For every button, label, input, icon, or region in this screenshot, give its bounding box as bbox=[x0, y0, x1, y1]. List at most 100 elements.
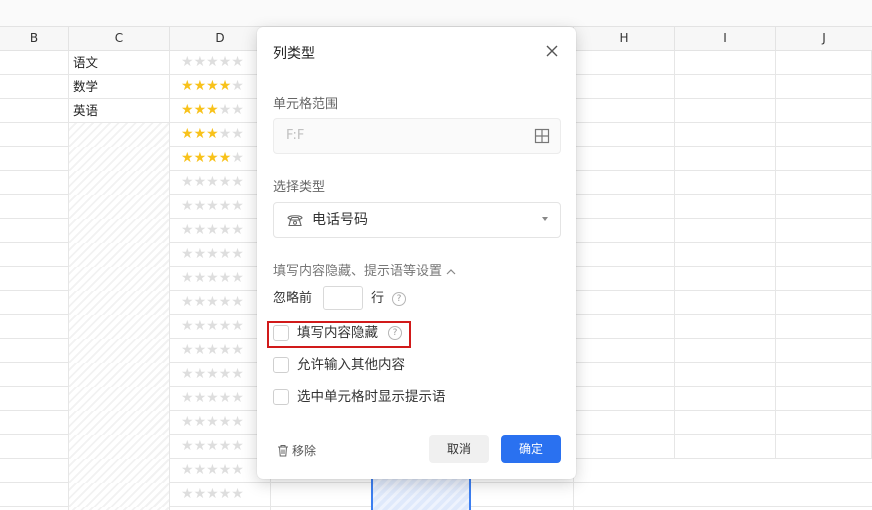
star-empty-icon[interactable]: ★ bbox=[206, 438, 219, 454]
star-filled-icon[interactable]: ★ bbox=[194, 150, 207, 166]
cell-c[interactable] bbox=[69, 459, 170, 483]
star-filled-icon[interactable]: ★ bbox=[194, 102, 207, 118]
star-empty-icon[interactable]: ★ bbox=[231, 222, 244, 238]
cell-j[interactable] bbox=[776, 195, 872, 219]
cell-b[interactable] bbox=[0, 195, 69, 219]
star-empty-icon[interactable]: ★ bbox=[231, 54, 244, 70]
star-filled-icon[interactable]: ★ bbox=[206, 102, 219, 118]
star-empty-icon[interactable]: ★ bbox=[219, 102, 232, 118]
cell-j[interactable] bbox=[776, 435, 872, 459]
cell-b[interactable] bbox=[0, 147, 69, 171]
star-empty-icon[interactable]: ★ bbox=[181, 486, 194, 502]
cell-h[interactable] bbox=[574, 363, 675, 387]
cell-b[interactable] bbox=[0, 411, 69, 435]
column-header-c[interactable]: C bbox=[69, 27, 170, 51]
star-empty-icon[interactable]: ★ bbox=[219, 246, 232, 262]
star-empty-icon[interactable]: ★ bbox=[181, 54, 194, 70]
cell-c[interactable] bbox=[69, 435, 170, 459]
cell-j[interactable] bbox=[776, 99, 872, 123]
cell-j[interactable] bbox=[776, 411, 872, 435]
star-empty-icon[interactable]: ★ bbox=[206, 390, 219, 406]
star-empty-icon[interactable]: ★ bbox=[231, 438, 244, 454]
star-empty-icon[interactable]: ★ bbox=[231, 78, 244, 94]
cell-b[interactable] bbox=[0, 435, 69, 459]
star-filled-icon[interactable]: ★ bbox=[181, 150, 194, 166]
star-empty-icon[interactable]: ★ bbox=[219, 198, 232, 214]
cell-b[interactable] bbox=[0, 339, 69, 363]
star-empty-icon[interactable]: ★ bbox=[181, 294, 194, 310]
cell-h[interactable] bbox=[574, 411, 675, 435]
cell-h[interactable] bbox=[574, 123, 675, 147]
star-empty-icon[interactable]: ★ bbox=[206, 198, 219, 214]
star-empty-icon[interactable]: ★ bbox=[194, 54, 207, 70]
cell-c[interactable] bbox=[69, 483, 170, 507]
star-empty-icon[interactable]: ★ bbox=[219, 438, 232, 454]
star-empty-icon[interactable]: ★ bbox=[219, 222, 232, 238]
star-empty-icon[interactable]: ★ bbox=[206, 366, 219, 382]
star-empty-icon[interactable]: ★ bbox=[231, 174, 244, 190]
cell-b[interactable] bbox=[0, 363, 69, 387]
cell-c[interactable] bbox=[69, 291, 170, 315]
cell-h[interactable] bbox=[574, 267, 675, 291]
star-empty-icon[interactable]: ★ bbox=[219, 54, 232, 70]
cell-j[interactable] bbox=[776, 339, 872, 363]
star-empty-icon[interactable]: ★ bbox=[194, 366, 207, 382]
star-empty-icon[interactable]: ★ bbox=[181, 198, 194, 214]
star-empty-icon[interactable]: ★ bbox=[231, 246, 244, 262]
star-empty-icon[interactable]: ★ bbox=[219, 318, 232, 334]
grid-select-icon[interactable] bbox=[534, 128, 550, 144]
cell-d[interactable]: ★★★★★ bbox=[170, 195, 271, 219]
cell-h[interactable] bbox=[574, 435, 675, 459]
cell-i[interactable] bbox=[675, 51, 776, 75]
star-empty-icon[interactable]: ★ bbox=[194, 270, 207, 286]
cell-b[interactable] bbox=[0, 387, 69, 411]
star-empty-icon[interactable]: ★ bbox=[194, 438, 207, 454]
star-empty-icon[interactable]: ★ bbox=[231, 198, 244, 214]
cell-i[interactable] bbox=[675, 195, 776, 219]
star-empty-icon[interactable]: ★ bbox=[181, 318, 194, 334]
star-empty-icon[interactable]: ★ bbox=[231, 414, 244, 430]
cell-c[interactable] bbox=[69, 243, 170, 267]
star-empty-icon[interactable]: ★ bbox=[231, 126, 244, 142]
star-empty-icon[interactable]: ★ bbox=[194, 246, 207, 262]
cell-c[interactable]: 语文 bbox=[69, 51, 170, 75]
cell-h[interactable] bbox=[574, 219, 675, 243]
cell-d[interactable]: ★★★★★ bbox=[170, 75, 271, 99]
star-empty-icon[interactable]: ★ bbox=[231, 486, 244, 502]
cell-h[interactable] bbox=[574, 291, 675, 315]
star-empty-icon[interactable]: ★ bbox=[231, 150, 244, 166]
cell-d[interactable]: ★★★★★ bbox=[170, 171, 271, 195]
cell-i[interactable] bbox=[675, 75, 776, 99]
star-empty-icon[interactable]: ★ bbox=[194, 294, 207, 310]
star-empty-icon[interactable]: ★ bbox=[206, 342, 219, 358]
cell-c[interactable] bbox=[69, 387, 170, 411]
star-filled-icon[interactable]: ★ bbox=[181, 78, 194, 94]
cell-h[interactable] bbox=[574, 195, 675, 219]
cell-i[interactable] bbox=[675, 339, 776, 363]
star-empty-icon[interactable]: ★ bbox=[231, 294, 244, 310]
star-empty-icon[interactable]: ★ bbox=[231, 102, 244, 118]
star-empty-icon[interactable]: ★ bbox=[181, 366, 194, 382]
star-empty-icon[interactable]: ★ bbox=[219, 294, 232, 310]
cell-c[interactable] bbox=[69, 219, 170, 243]
cell-c[interactable] bbox=[69, 123, 170, 147]
star-empty-icon[interactable]: ★ bbox=[181, 438, 194, 454]
star-empty-icon[interactable]: ★ bbox=[181, 174, 194, 190]
star-empty-icon[interactable]: ★ bbox=[194, 174, 207, 190]
range-input[interactable]: F:F bbox=[273, 118, 561, 154]
cell-d[interactable]: ★★★★★ bbox=[170, 483, 271, 507]
cell-j[interactable] bbox=[776, 147, 872, 171]
star-filled-icon[interactable]: ★ bbox=[181, 102, 194, 118]
cell-b[interactable] bbox=[0, 243, 69, 267]
column-header-i[interactable]: I bbox=[675, 27, 776, 51]
star-empty-icon[interactable]: ★ bbox=[219, 342, 232, 358]
cell-i[interactable] bbox=[675, 99, 776, 123]
cell-i[interactable] bbox=[675, 387, 776, 411]
star-filled-icon[interactable]: ★ bbox=[206, 78, 219, 94]
remove-button[interactable]: 移除 bbox=[277, 442, 316, 459]
cell-b[interactable] bbox=[0, 291, 69, 315]
star-empty-icon[interactable]: ★ bbox=[231, 390, 244, 406]
cell-i[interactable] bbox=[675, 147, 776, 171]
star-empty-icon[interactable]: ★ bbox=[181, 390, 194, 406]
star-empty-icon[interactable]: ★ bbox=[194, 462, 207, 478]
